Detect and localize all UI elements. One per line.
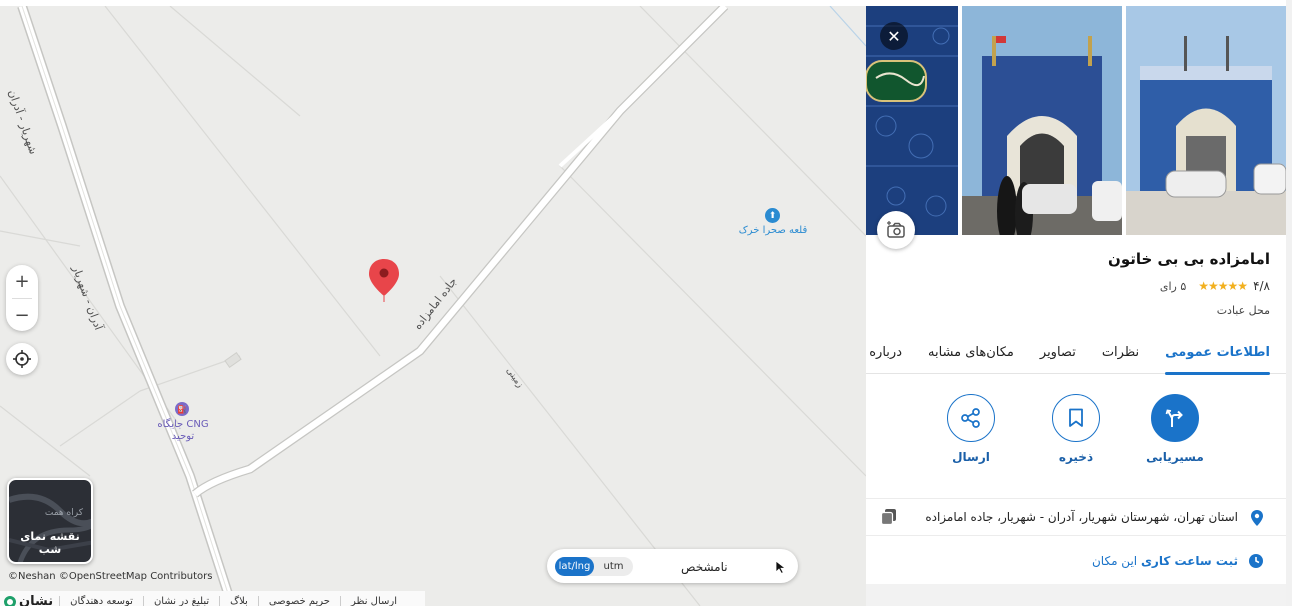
close-panel-button[interactable]: ✕ <box>880 22 908 50</box>
clock-icon <box>1249 554 1263 568</box>
share-button-label: ارسال <box>952 450 990 464</box>
map-footer: نشان توسعه دهندگان تبلیغ در نشان بلاگ حر… <box>0 591 425 606</box>
poi-cng-label-line1: جایگاه CNG <box>157 419 209 430</box>
save-button-circle <box>1052 394 1100 442</box>
copy-address-button[interactable] <box>880 508 900 528</box>
tab-reviews[interactable]: نظرات <box>1102 332 1139 374</box>
zoom-controls: + − <box>6 265 38 331</box>
panel-bottom-section <box>866 584 1286 606</box>
place-category: محل عبادت <box>1216 304 1270 317</box>
neshan-brand[interactable]: نشان <box>4 594 53 606</box>
save-button[interactable]: ذخیره <box>1041 394 1111 464</box>
action-buttons: مسیریابی ذخیره ارسال <box>866 394 1286 474</box>
photo-gallery: ✕ <box>866 6 1286 235</box>
add-hours-link[interactable]: ثبت ساعت کاری این مکان <box>1092 554 1238 568</box>
footer-link-privacy[interactable]: حریم خصوصی <box>257 596 340 606</box>
fuel-station-icon: ⛽ <box>175 402 189 416</box>
cursor-pointer-icon <box>775 560 787 574</box>
location-marker-pin[interactable] <box>368 258 400 304</box>
add-hours-rest: این مکان <box>1091 554 1141 568</box>
place-title: امامزاده بی بی خاتون <box>1108 250 1270 268</box>
panel-tabs: اطلاعات عمومی نظرات تصاویر مکان‌های مشاب… <box>866 332 1286 375</box>
coordinate-value: نامشخص <box>681 560 728 574</box>
gallery-photo-3[interactable] <box>1126 6 1286 235</box>
tab-photos[interactable]: تصاویر <box>1040 332 1076 374</box>
opening-hours-row[interactable]: ثبت ساعت کاری این مکان <box>866 544 1286 578</box>
poi-cng-station[interactable]: ⛽ جایگاه CNG توحید <box>150 402 216 450</box>
route-button[interactable]: مسیریابی <box>1140 394 1210 464</box>
poi-fort-label: قلعه صحرا خرک <box>738 225 808 236</box>
poi-fort[interactable]: ⬆ قلعه صحرا خرک <box>730 208 816 248</box>
rating-stars: ★★★★★ <box>1198 279 1248 293</box>
neshan-brand-text: نشان <box>19 594 54 606</box>
latlng-option[interactable]: lat/lng <box>555 557 594 576</box>
poi-cng-label-line2: توحید <box>171 431 195 442</box>
rating-value: ۴/۸ <box>1253 279 1270 293</box>
share-button-circle <box>947 394 995 442</box>
route-button-circle <box>1151 394 1199 442</box>
night-map-label: نقشه نمای شب <box>20 530 80 556</box>
map-attribution[interactable]: ©Neshan ©OpenStreetMap Contributors <box>8 571 213 582</box>
footer-link-blog[interactable]: بلاگ <box>219 596 258 606</box>
night-map-preview-text: کراه همت <box>44 508 83 518</box>
zoom-in-button[interactable]: + <box>6 265 38 298</box>
page-scrollbar-track[interactable] <box>1286 0 1292 606</box>
rating-row[interactable]: ۴/۸ ★★★★★ ۵ رای <box>1160 279 1270 293</box>
gallery-photo-2[interactable] <box>962 6 1122 235</box>
crosshair-icon <box>13 350 31 368</box>
save-button-label: ذخیره <box>1058 450 1094 464</box>
copy-icon <box>880 509 896 526</box>
map-canvas[interactable]: شهریار - آدران آدران - شهریار جاده امامز… <box>0 6 866 606</box>
place-details-panel: ✕ امامزاده بی بی خاتون ۴/۸ ★★★★★ ۵ رای م… <box>866 6 1286 606</box>
tab-general-info[interactable]: اطلاعات عمومی <box>1165 332 1270 375</box>
route-button-label: مسیریابی <box>1146 450 1204 464</box>
coordinates-box: lat/lng utm نامشخص <box>547 549 798 583</box>
footer-link-developers[interactable]: توسعه دهندگان <box>59 596 143 606</box>
tab-similar-places[interactable]: مکان‌های مشابه <box>928 332 1014 374</box>
neshan-logo-icon <box>4 595 16 606</box>
add-hours-bold: ثبت ساعت کاری <box>1140 554 1238 568</box>
vote-count: ۵ رای <box>1159 279 1187 293</box>
address-row: استان تهران، شهرستان شهریار، آدران - شهر… <box>866 498 1286 536</box>
share-icon <box>961 408 980 428</box>
my-location-button[interactable] <box>6 343 38 375</box>
utm-option[interactable]: utm <box>594 557 633 576</box>
location-pin-icon <box>1251 510 1263 526</box>
footer-link-ads[interactable]: تبلیغ در نشان <box>142 596 219 606</box>
footer-link-feedback[interactable]: ارسال نظر <box>340 596 407 606</box>
directions-icon <box>1165 409 1183 427</box>
zoom-out-button[interactable]: − <box>6 299 38 332</box>
historic-site-icon: ⬆ <box>765 208 780 223</box>
share-button[interactable]: ارسال <box>936 394 1006 464</box>
add-photo-camera-icon <box>887 221 905 238</box>
address-text: استان تهران، شهرستان شهریار، آدران - شهر… <box>925 510 1238 524</box>
add-photo-button[interactable] <box>877 211 915 249</box>
tab-about[interactable]: درباره <box>869 332 902 374</box>
coordinate-format-toggle: lat/lng utm <box>555 557 633 576</box>
night-map-toggle[interactable]: کراه همت نقشه نمای شب <box>7 478 93 564</box>
bookmark-icon <box>1069 408 1083 427</box>
